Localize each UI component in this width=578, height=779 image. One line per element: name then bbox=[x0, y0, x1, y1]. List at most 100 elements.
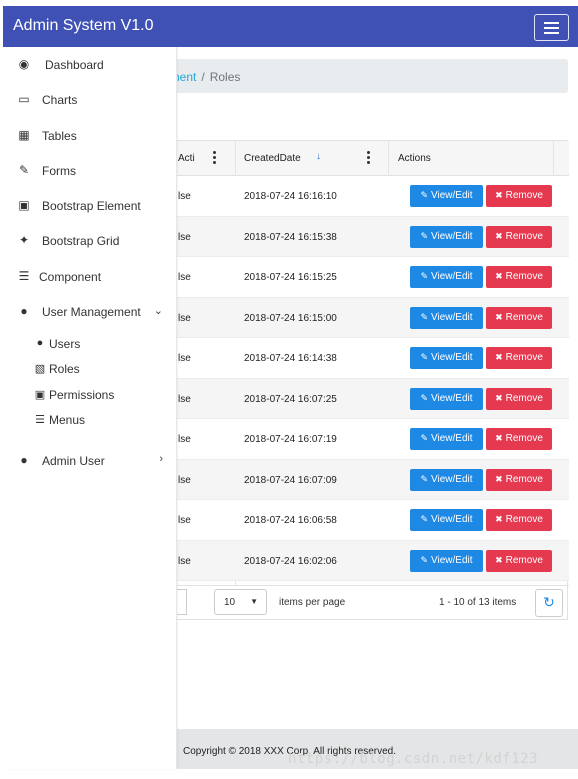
view-edit-button[interactable]: ✎ View/Edit bbox=[410, 428, 483, 450]
edit-icon: ✎ bbox=[420, 190, 429, 200]
view-edit-button[interactable]: ✎ View/Edit bbox=[410, 347, 483, 369]
edit-icon: ✎ bbox=[420, 473, 429, 484]
lock-icon: ▣ bbox=[34, 389, 46, 401]
sidebar-item-bootstrap-grid[interactable]: ✦ Bootstrap Grid bbox=[3, 225, 177, 255]
view-edit-label: View/Edit bbox=[431, 230, 473, 242]
view-edit-label: View/Edit bbox=[431, 392, 473, 404]
view-edit-button[interactable]: ✎ View/Edit bbox=[410, 306, 483, 329]
sidebar-item-charts[interactable]: ▭ Charts bbox=[3, 84, 177, 114]
sidebar-item-label: Bootstrap Grid bbox=[42, 234, 120, 248]
cell-active: lse bbox=[178, 312, 191, 324]
refresh-icon[interactable]: ↻ bbox=[535, 589, 563, 617]
column-menu-icon[interactable] bbox=[367, 151, 370, 166]
sidebar-subitem-menus[interactable]: ☰ Menus bbox=[3, 408, 177, 432]
edit-icon: ✎ bbox=[18, 163, 30, 177]
cell-active: lse bbox=[178, 191, 191, 202]
remove-label: Remove bbox=[505, 514, 543, 525]
table-row: lse 2018-07-24 16:16:10 ✎ View/Edit ✖ Remove bbox=[154, 176, 569, 217]
remove-button[interactable]: ✖ Remove bbox=[486, 428, 552, 450]
sidebar-item-tables[interactable]: ▦ Tables bbox=[3, 120, 177, 150]
sort-descending-icon[interactable]: ↓ bbox=[316, 151, 321, 162]
edit-icon: ✎ bbox=[420, 392, 429, 403]
view-edit-label: View/Edit bbox=[431, 271, 473, 282]
sidebar-subitem-roles[interactable]: ▧ Roles bbox=[3, 357, 177, 381]
cell-created-date: 2018-07-24 16:02:06 bbox=[244, 555, 337, 567]
close-icon: ✖ bbox=[495, 392, 503, 403]
close-icon: ✖ bbox=[495, 433, 503, 443]
sidebar-item-forms[interactable]: ✎ Forms bbox=[3, 155, 177, 185]
remove-button[interactable]: ✖ Remove bbox=[486, 225, 552, 248]
sidebar-item-label: Component bbox=[39, 270, 102, 284]
table-row: lse 2018-07-24 16:14:38 ✎ View/Edit ✖ Remove bbox=[154, 338, 569, 379]
sidebar-item-bootstrap-element[interactable]: ▣ Bootstrap Element bbox=[3, 190, 177, 220]
remove-button[interactable]: ✖ Remove bbox=[486, 387, 552, 410]
remove-button[interactable]: ✖ Remove bbox=[486, 468, 552, 491]
chevron-down-icon: ⌄ bbox=[153, 305, 163, 317]
table-row: lse 2018-07-24 16:06:58 ✎ View/Edit ✖ Remove bbox=[154, 500, 569, 541]
column-divider bbox=[553, 141, 554, 176]
view-edit-button[interactable]: ✎ View/Edit bbox=[410, 549, 483, 572]
close-icon: ✖ bbox=[495, 554, 503, 565]
remove-button[interactable]: ✖ Remove bbox=[486, 306, 552, 329]
cell-active: lse bbox=[178, 515, 191, 526]
table-row: lse 2018-07-24 16:07:25 ✎ View/Edit ✖ Remove bbox=[154, 378, 569, 419]
sitemap-icon: ▧ bbox=[34, 363, 46, 375]
view-edit-button[interactable]: ✎ View/Edit bbox=[410, 509, 483, 531]
edit-icon: ✎ bbox=[420, 271, 429, 281]
close-icon: ✖ bbox=[495, 514, 503, 524]
sidebar-item-label: Forms bbox=[42, 164, 76, 178]
close-icon: ✖ bbox=[495, 230, 503, 241]
view-edit-label: View/Edit bbox=[431, 514, 473, 525]
cell-active: lse bbox=[178, 393, 191, 405]
remove-button[interactable]: ✖ Remove bbox=[486, 549, 552, 572]
sidebar-item-label: Dashboard bbox=[45, 58, 104, 72]
remove-label: Remove bbox=[505, 392, 543, 404]
sidebar-subitem-users[interactable]: ● Users bbox=[3, 332, 177, 356]
brand-title[interactable]: Admin System V1.0 bbox=[13, 17, 154, 35]
cell-active: lse bbox=[178, 272, 191, 283]
view-edit-button[interactable]: ✎ View/Edit bbox=[410, 468, 483, 491]
remove-label: Remove bbox=[505, 433, 543, 444]
cell-created-date: 2018-07-24 16:14:38 bbox=[244, 353, 337, 364]
cell-active: lse bbox=[178, 555, 191, 567]
sidebar: ◉ Dashboard ▭ Charts ▦ Tables ✎ Forms ▣ … bbox=[3, 47, 177, 769]
column-header-actions: Actions bbox=[398, 153, 431, 164]
remove-button[interactable]: ✖ Remove bbox=[486, 347, 552, 369]
view-edit-button[interactable]: ✎ View/Edit bbox=[410, 266, 483, 288]
cell-created-date: 2018-07-24 16:07:19 bbox=[244, 434, 337, 445]
view-edit-label: View/Edit bbox=[431, 473, 473, 485]
edit-icon: ✎ bbox=[420, 433, 429, 443]
column-menu-icon[interactable] bbox=[213, 151, 216, 166]
top-navbar: Admin System V1.0 bbox=[3, 6, 578, 47]
page-size-select[interactable]: 10 ▼ bbox=[214, 589, 267, 615]
sidebar-item-component[interactable]: ☰ Component bbox=[3, 261, 177, 291]
remove-button[interactable]: ✖ Remove bbox=[486, 185, 552, 207]
edit-icon: ✎ bbox=[420, 352, 429, 362]
breadcrumb: nent / Roles bbox=[153, 59, 568, 93]
cell-active: lse bbox=[178, 474, 191, 486]
view-edit-button[interactable]: ✎ View/Edit bbox=[410, 185, 483, 207]
page-size-value: 10 bbox=[224, 597, 236, 608]
sidebar-item-user-management[interactable]: ● User Management ⌄ bbox=[3, 296, 177, 326]
sidebar-subitem-permissions[interactable]: ▣ Permissions bbox=[3, 383, 177, 407]
view-edit-label: View/Edit bbox=[431, 352, 473, 363]
table-row: lse 2018-07-24 16:07:19 ✎ View/Edit ✖ Remove bbox=[154, 419, 569, 460]
sidebar-item-label: Tables bbox=[42, 129, 77, 143]
grid-header: Acti CreatedDate ↓ Actions bbox=[154, 141, 569, 585]
remove-button[interactable]: ✖ Remove bbox=[486, 266, 552, 288]
pager-info: 1 - 10 of 13 items bbox=[439, 597, 517, 608]
breadcrumb-current: Roles bbox=[209, 70, 241, 84]
hamburger-icon[interactable] bbox=[534, 14, 569, 41]
wrench-icon: ✦ bbox=[18, 233, 30, 247]
close-icon: ✖ bbox=[495, 190, 503, 200]
column-header-created-date[interactable]: CreatedDate bbox=[244, 141, 301, 175]
remove-button[interactable]: ✖ Remove bbox=[486, 509, 552, 531]
sidebar-item-admin-user[interactable]: ● Admin User › bbox=[3, 445, 177, 475]
view-edit-button[interactable]: ✎ View/Edit bbox=[410, 225, 483, 248]
chevron-right-icon: › bbox=[159, 453, 163, 465]
dashboard-icon: ◉ bbox=[18, 57, 30, 71]
view-edit-button[interactable]: ✎ View/Edit bbox=[410, 387, 483, 410]
sidebar-item-dashboard[interactable]: ◉ Dashboard bbox=[3, 49, 177, 79]
column-header-active[interactable]: Acti bbox=[178, 141, 195, 175]
view-edit-label: View/Edit bbox=[431, 433, 473, 444]
